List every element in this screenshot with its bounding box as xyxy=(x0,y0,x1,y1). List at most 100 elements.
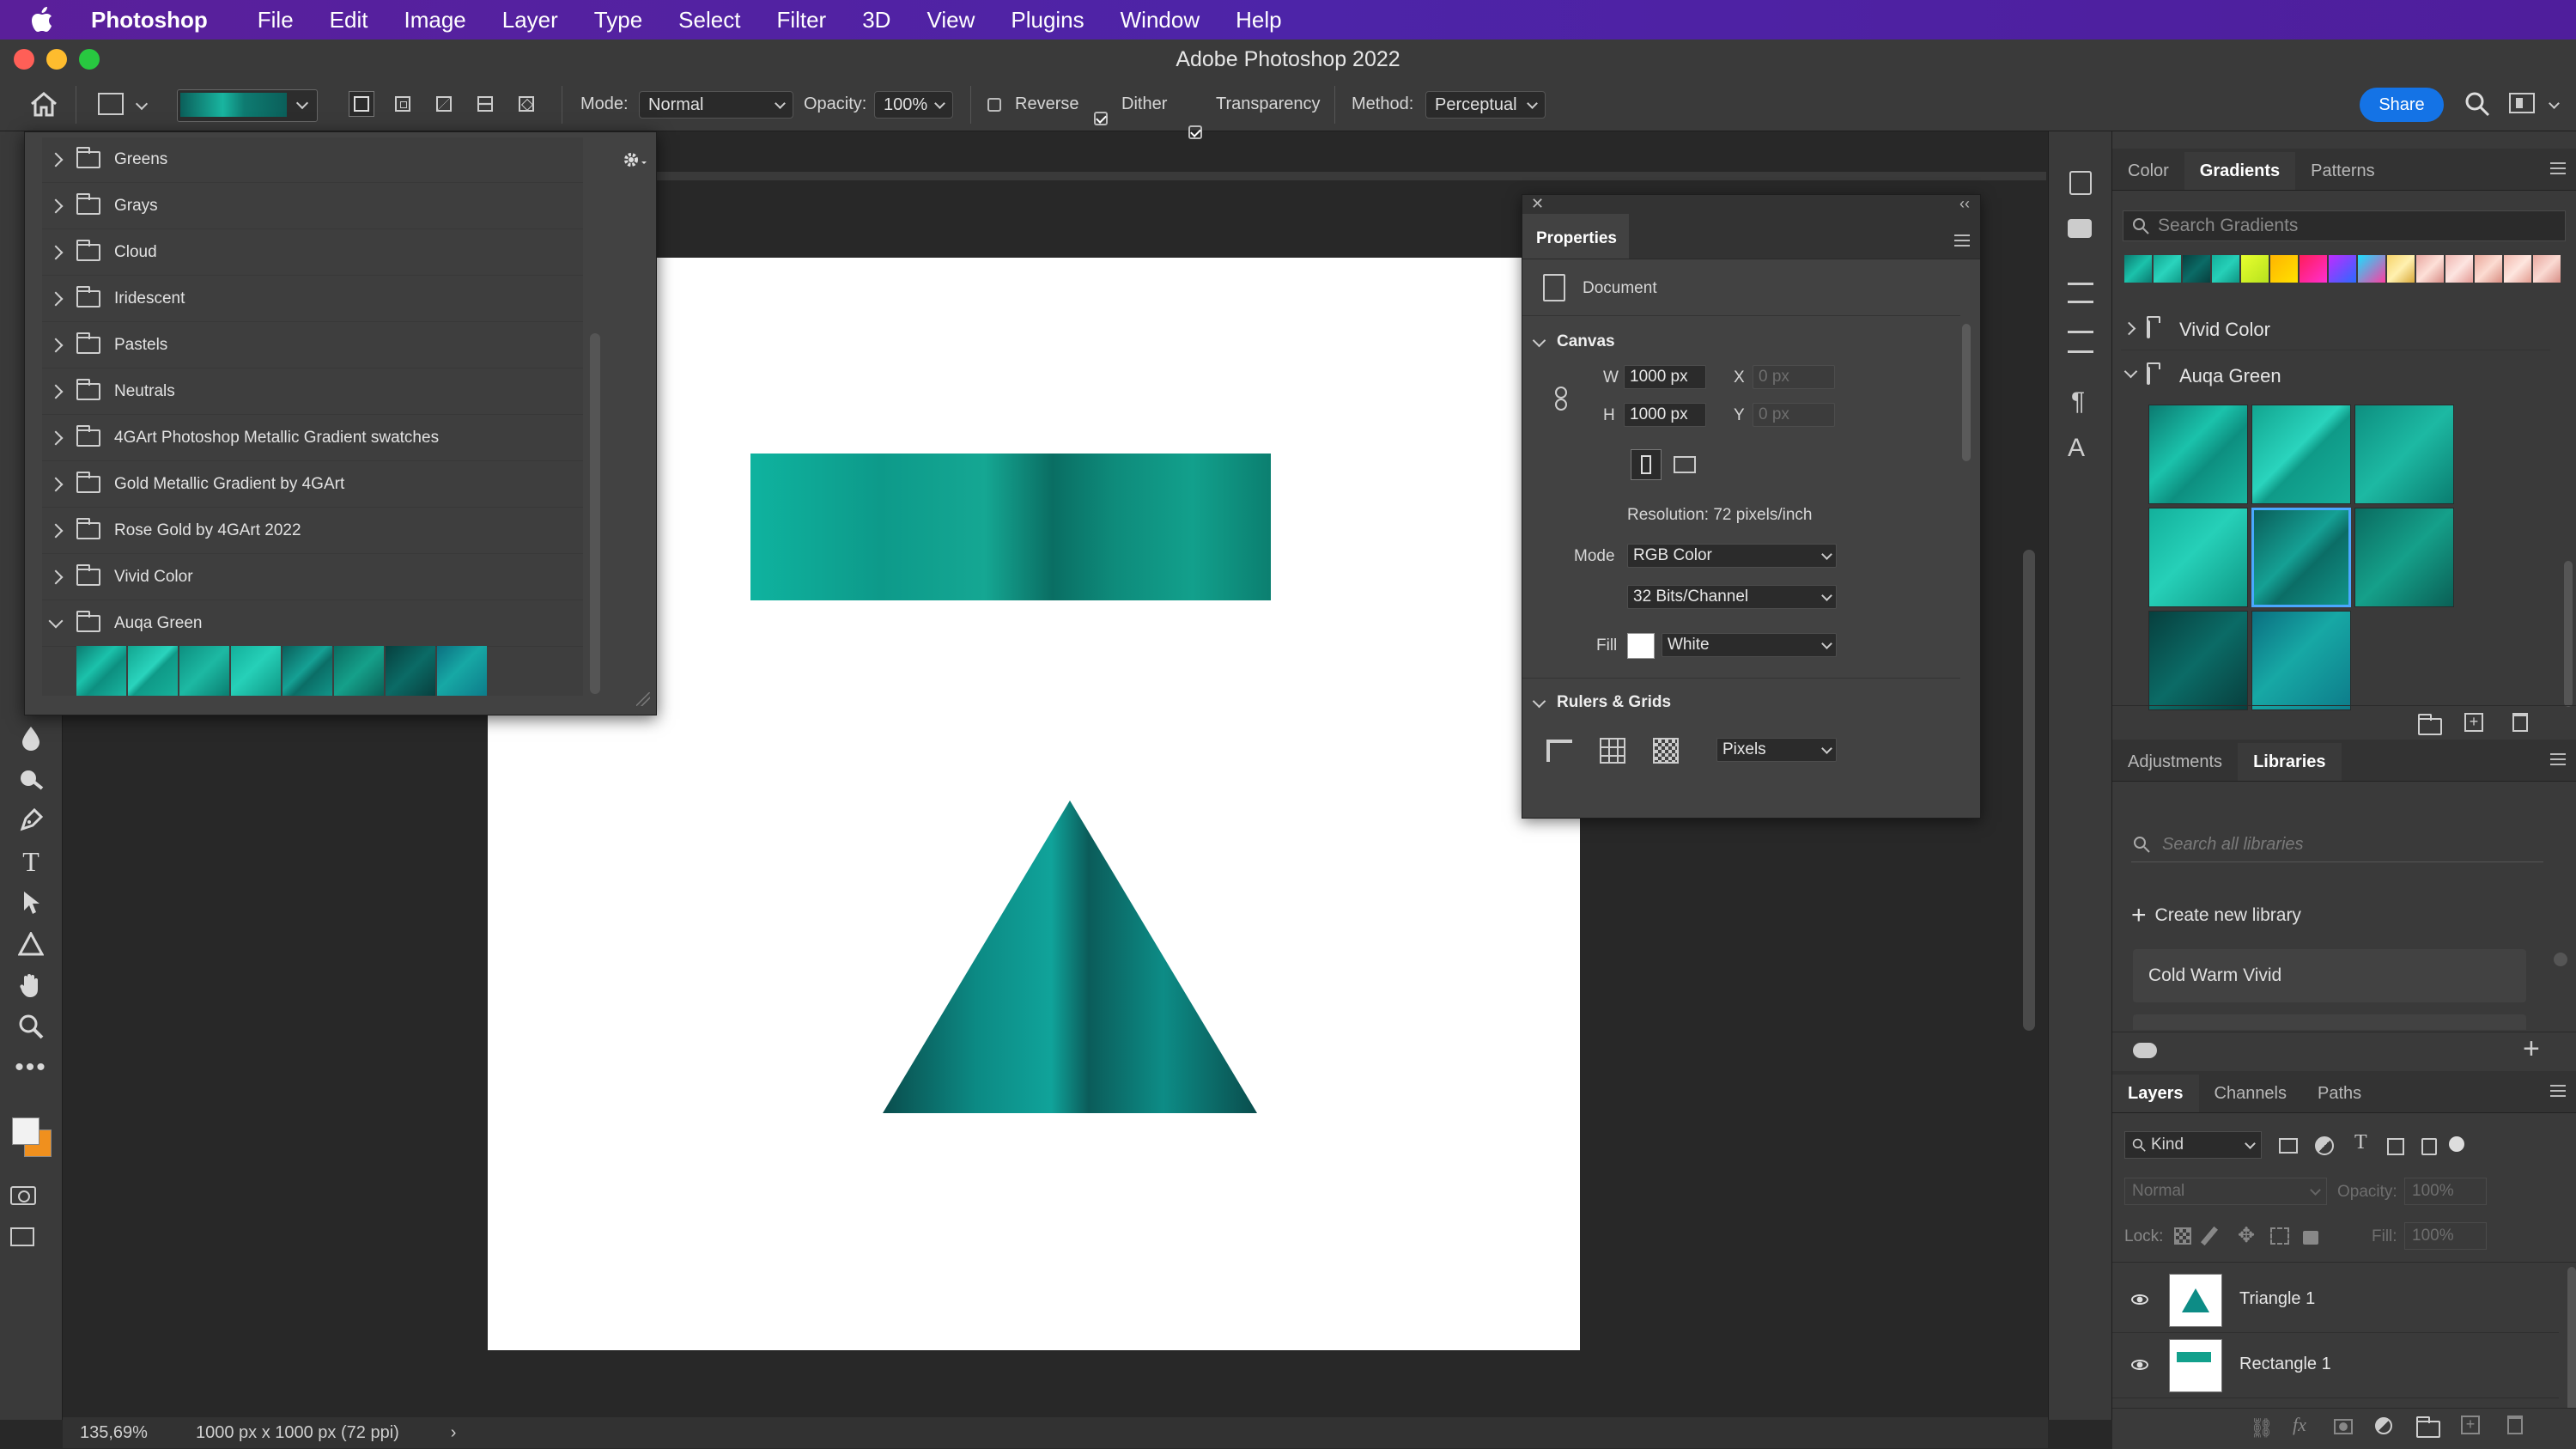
recent-gradient-swatch[interactable] xyxy=(2270,255,2298,283)
tool-preset-icon[interactable] xyxy=(98,93,124,115)
menu-layer[interactable]: Layer xyxy=(502,7,558,33)
recent-gradient-swatch[interactable] xyxy=(2504,255,2531,283)
layer-style-icon[interactable]: fx xyxy=(2293,1414,2306,1436)
gradient-swatch[interactable] xyxy=(283,646,332,696)
color-mode-select[interactable]: RGB Color xyxy=(1627,544,1837,568)
gradient-swatch[interactable] xyxy=(128,646,178,696)
screen-mode-icon[interactable] xyxy=(10,1227,34,1246)
gradient-folder-row[interactable]: Greens xyxy=(42,137,583,183)
gradients-scrollbar[interactable] xyxy=(2564,561,2573,707)
fill-select[interactable]: White xyxy=(1662,633,1837,657)
pixel-grid-icon[interactable] xyxy=(1653,738,1679,764)
gradient-swatch-selected[interactable] xyxy=(2251,508,2351,607)
visibility-eye-icon[interactable] xyxy=(2131,1294,2148,1305)
chevron-down-icon[interactable] xyxy=(1532,333,1546,348)
menu-plugins[interactable]: Plugins xyxy=(1011,7,1084,33)
layers-scrollbar[interactable] xyxy=(2567,1267,2576,1413)
properties-scrollbar[interactable] xyxy=(1962,324,1971,461)
recent-gradient-swatch[interactable] xyxy=(2329,255,2356,283)
search-icon[interactable] xyxy=(2464,91,2490,117)
resize-grip-icon[interactable] xyxy=(636,692,650,706)
gradient-folder-row[interactable]: Vivid Color xyxy=(42,555,583,600)
filter-smart-object-icon[interactable] xyxy=(2421,1138,2437,1155)
comments-icon[interactable] xyxy=(2068,219,2092,238)
radial-gradient-button[interactable] xyxy=(390,91,416,117)
pen-tool-icon[interactable] xyxy=(12,803,50,837)
gradient-swatch[interactable] xyxy=(2354,405,2454,504)
reverse-checkbox[interactable] xyxy=(987,98,1001,112)
gradient-folder-row[interactable]: Iridescent xyxy=(42,277,583,322)
tab-layers[interactable]: Layers xyxy=(2112,1075,2199,1112)
recent-gradient-swatch[interactable] xyxy=(2154,255,2181,283)
recent-gradient-swatch[interactable] xyxy=(2183,255,2210,283)
link-icon[interactable] xyxy=(1553,386,1569,411)
library-item-partial[interactable] xyxy=(2133,1014,2526,1030)
brush-settings-icon[interactable] xyxy=(2068,283,2093,303)
recent-gradient-swatch[interactable] xyxy=(2358,255,2385,283)
lock-all-icon[interactable] xyxy=(2303,1231,2318,1245)
grid-icon[interactable] xyxy=(1600,738,1625,764)
collapse-panel-icon[interactable]: ‹‹ xyxy=(1959,195,1970,213)
path-selection-icon[interactable] xyxy=(12,886,50,920)
gradient-preview-dropdown[interactable] xyxy=(177,89,318,122)
menu-edit[interactable]: Edit xyxy=(330,7,368,33)
dodge-tool-icon[interactable] xyxy=(12,762,50,796)
visibility-eye-icon[interactable] xyxy=(2131,1360,2148,1370)
gradient-group-row[interactable]: Vivid Color xyxy=(2121,310,2550,350)
foreground-color-swatch[interactable] xyxy=(12,1117,39,1145)
apple-icon[interactable] xyxy=(31,7,57,33)
menu-file[interactable]: File xyxy=(258,7,294,33)
recent-gradient-swatch[interactable] xyxy=(2445,255,2473,283)
gradient-swatch[interactable] xyxy=(2148,611,2248,710)
gradient-folder-row-open[interactable]: Auqa Green xyxy=(42,601,583,647)
chevron-down-icon[interactable] xyxy=(135,97,149,111)
landscape-orientation-button[interactable] xyxy=(1674,456,1696,473)
cloud-icon[interactable] xyxy=(2133,1043,2157,1058)
recent-gradient-swatch[interactable] xyxy=(2241,255,2269,283)
zoom-tool-icon[interactable] xyxy=(12,1009,50,1044)
linear-gradient-button[interactable] xyxy=(349,91,374,117)
menu-help[interactable]: Help xyxy=(1236,7,1281,33)
menu-type[interactable]: Type xyxy=(594,7,642,33)
adjustments-sliders-icon[interactable] xyxy=(2068,331,2093,353)
recent-gradient-swatch[interactable] xyxy=(2387,255,2415,283)
filter-type-icon[interactable]: T xyxy=(2354,1131,2367,1154)
rectangle-shape[interactable] xyxy=(750,454,1271,600)
picker-scrollbar[interactable] xyxy=(590,333,600,694)
quick-mask-icon[interactable] xyxy=(10,1186,36,1205)
blend-mode-select[interactable]: Normal xyxy=(2124,1178,2327,1205)
gradient-folder-row[interactable]: Gold Metallic Gradient by 4GArt xyxy=(42,462,583,508)
add-icon[interactable]: + xyxy=(2523,1032,2540,1066)
width-field[interactable]: 1000 px xyxy=(1624,365,1706,389)
recent-gradient-swatch[interactable] xyxy=(2416,255,2444,283)
menu-3d[interactable]: 3D xyxy=(862,7,890,33)
type-tool-icon[interactable]: T xyxy=(12,844,50,879)
filter-shape-icon[interactable] xyxy=(2387,1138,2404,1155)
y-field[interactable]: 0 px xyxy=(1753,403,1835,427)
transparency-checkbox[interactable] xyxy=(1188,125,1202,139)
ruler-icon[interactable] xyxy=(1546,740,1572,762)
new-adjustment-icon[interactable] xyxy=(2375,1417,2392,1434)
gradient-folder-row[interactable]: Cloud xyxy=(42,230,583,276)
diamond-gradient-button[interactable] xyxy=(513,91,539,117)
history-icon[interactable] xyxy=(2069,171,2092,195)
shape-tool-icon[interactable] xyxy=(12,927,50,961)
menu-app-name[interactable]: Photoshop xyxy=(91,7,208,33)
opacity-field[interactable]: 100% xyxy=(874,91,953,119)
library-item[interactable]: Cold Warm Vivid xyxy=(2133,949,2526,1002)
recent-gradient-swatch[interactable] xyxy=(2212,255,2239,283)
gradient-swatch[interactable] xyxy=(2148,508,2248,607)
tab-libraries[interactable]: Libraries xyxy=(2238,743,2342,781)
fill-color-swatch[interactable] xyxy=(1627,633,1655,659)
gradient-swatch[interactable] xyxy=(231,646,281,696)
mode-select[interactable]: Normal xyxy=(639,91,793,119)
new-layer-icon[interactable]: + xyxy=(2461,1416,2480,1434)
trash-icon[interactable] xyxy=(2507,1416,2523,1434)
paragraph-icon[interactable]: ¶ xyxy=(2071,387,2085,417)
recent-gradient-swatch[interactable] xyxy=(2124,255,2152,283)
create-library-button[interactable]: + Create new library xyxy=(2131,901,2301,930)
menu-window[interactable]: Window xyxy=(1121,7,1200,33)
close-panel-icon[interactable]: ✕ xyxy=(1531,195,1544,213)
reflected-gradient-button[interactable] xyxy=(472,91,498,117)
hand-tool-icon[interactable] xyxy=(12,968,50,1002)
